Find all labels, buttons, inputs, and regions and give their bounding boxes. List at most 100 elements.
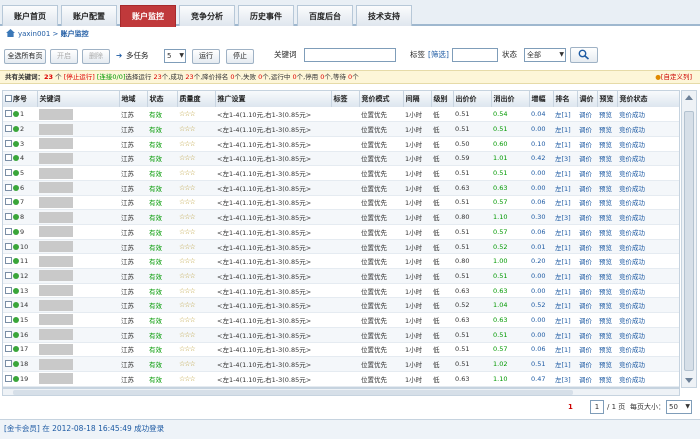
rank-link[interactable]: 左[1]: [555, 332, 571, 340]
row-checkbox[interactable]: [5, 139, 12, 147]
rank-link[interactable]: 左[1]: [555, 244, 571, 252]
vertical-scrollbar[interactable]: [681, 90, 697, 388]
table-row[interactable]: 12 江苏 有效 ☆☆☆ <左1-4(1.10元,右1-3(0.85元> 位置优先 1小时 低…: [3, 268, 679, 284]
table-row[interactable]: 7 江苏 有效 ☆☆☆ <左1-4(1.10元,右1-3(0.85元> 位置优先 1小时 低 0…: [3, 195, 679, 211]
row-checkbox[interactable]: [5, 374, 12, 382]
row-checkbox[interactable]: [5, 213, 12, 221]
preview-link[interactable]: 预览: [599, 273, 612, 281]
row-checkbox[interactable]: [5, 154, 12, 162]
scrollbar-thumb[interactable]: [684, 111, 694, 371]
preview-link[interactable]: 预览: [599, 141, 612, 149]
adjust-price-link[interactable]: 调价: [579, 244, 592, 252]
preview-link[interactable]: 预览: [599, 170, 612, 178]
page-input[interactable]: 1: [590, 400, 604, 414]
rank-link[interactable]: 左[1]: [555, 361, 571, 369]
row-checkbox[interactable]: [5, 301, 12, 309]
multitask-select[interactable]: 5 ▼: [164, 49, 186, 63]
adjust-price-link[interactable]: 调价: [579, 185, 592, 193]
preview-link[interactable]: 预览: [599, 214, 612, 222]
rank-link[interactable]: 左[1]: [555, 170, 571, 178]
column-header[interactable]: 质量度: [177, 91, 216, 107]
preview-link[interactable]: 预览: [599, 332, 612, 340]
row-checkbox[interactable]: [5, 169, 12, 177]
tab-competition[interactable]: 竞争分析: [179, 5, 235, 26]
column-header[interactable]: 增幅: [529, 91, 554, 107]
table-row[interactable]: 13 江苏 有效 ☆☆☆ <左1-4(1.10元,右1-3(0.85元> 位置优先 1小时 低…: [3, 283, 679, 299]
rank-link[interactable]: 左[1]: [555, 111, 571, 119]
tab-account-config[interactable]: 账户配置: [61, 5, 117, 26]
column-header[interactable]: 推广设置: [215, 91, 332, 107]
preview-link[interactable]: 预览: [599, 199, 612, 207]
rank-link[interactable]: 左[1]: [555, 302, 571, 310]
select-all-pages-button[interactable]: 全选所有页: [4, 49, 46, 64]
search-button[interactable]: [570, 47, 598, 63]
row-checkbox[interactable]: [5, 315, 12, 323]
adjust-price-link[interactable]: 调价: [579, 361, 592, 369]
delete-button[interactable]: 删除: [82, 49, 110, 64]
table-row[interactable]: 4 江苏 有效 ☆☆☆ <左1-4(1.10元,右1-3(0.85元> 位置优先 1小时 低 0…: [3, 151, 679, 167]
rank-link[interactable]: 左[1]: [555, 229, 571, 237]
preview-link[interactable]: 预览: [599, 288, 612, 296]
row-checkbox[interactable]: [5, 183, 12, 191]
stop-button[interactable]: 停止: [226, 49, 254, 64]
rank-link[interactable]: 左[3]: [555, 155, 571, 163]
tag-input[interactable]: [452, 48, 498, 62]
tab-baidu-backend[interactable]: 百度后台: [297, 5, 353, 26]
tab-history[interactable]: 历史事件: [238, 5, 294, 26]
adjust-price-link[interactable]: 调价: [579, 376, 592, 384]
column-header[interactable]: 间隔: [403, 91, 432, 107]
rank-link[interactable]: 左[3]: [555, 376, 571, 384]
row-checkbox[interactable]: [5, 330, 12, 338]
preview-link[interactable]: 预览: [599, 346, 612, 354]
per-page-select[interactable]: 50 ▼: [666, 400, 692, 414]
table-row[interactable]: 3 江苏 有效 ☆☆☆ <左1-4(1.10元,右1-3(0.85元> 位置优先 1小时 低 0…: [3, 136, 679, 152]
preview-link[interactable]: 预览: [599, 244, 612, 252]
table-row[interactable]: 6 江苏 有效 ☆☆☆ <左1-4(1.10元,右1-3(0.85元> 位置优先 1小时 低 0…: [3, 180, 679, 196]
table-row[interactable]: 8 江苏 有效 ☆☆☆ <左1-4(1.10元,右1-3(0.85元> 位置优先 1小时 低 0…: [3, 209, 679, 225]
rank-link[interactable]: 左[3]: [555, 214, 571, 222]
start-button[interactable]: 开启: [50, 49, 78, 64]
rank-link[interactable]: 左[1]: [555, 258, 571, 266]
column-header[interactable]: 排名: [553, 91, 578, 107]
row-checkbox[interactable]: [5, 360, 12, 368]
column-header[interactable]: 地域: [119, 91, 148, 107]
horizontal-scrollbar[interactable]: [2, 388, 680, 396]
adjust-price-link[interactable]: 调价: [579, 199, 592, 207]
status-select[interactable]: 全部 ▼: [524, 48, 566, 62]
rank-link[interactable]: 左[1]: [555, 273, 571, 281]
preview-link[interactable]: 预览: [599, 229, 612, 237]
preview-link[interactable]: 预览: [599, 258, 612, 266]
rank-link[interactable]: 左[1]: [555, 199, 571, 207]
adjust-price-link[interactable]: 调价: [579, 155, 592, 163]
scroll-up-icon[interactable]: [685, 95, 693, 100]
column-header[interactable]: 关键词: [37, 91, 120, 107]
row-checkbox[interactable]: [5, 242, 12, 250]
column-header[interactable]: 竞价模式: [359, 91, 404, 107]
run-button[interactable]: 运行: [192, 49, 220, 64]
row-checkbox[interactable]: [5, 110, 12, 118]
stop-run-link[interactable]: [停止运行]: [64, 73, 95, 81]
table-row[interactable]: 9 江苏 有效 ☆☆☆ <左1-4(1.10元,右1-3(0.85元> 位置优先 1小时 低 0…: [3, 224, 679, 240]
table-row[interactable]: 15 江苏 有效 ☆☆☆ <左1-4(1.10元,右1-3(0.85元> 位置优先 1小时 低…: [3, 312, 679, 328]
adjust-price-link[interactable]: 调价: [579, 229, 592, 237]
rank-link[interactable]: 左[1]: [555, 288, 571, 296]
rank-link[interactable]: 左[1]: [555, 141, 571, 149]
scrollbar-thumb[interactable]: [13, 390, 573, 395]
preview-link[interactable]: 预览: [599, 111, 612, 119]
table-row[interactable]: 2 江苏 有效 ☆☆☆ <左1-4(1.10元,右1-3(0.85元> 位置优先 1小时 低 0…: [3, 121, 679, 137]
preview-link[interactable]: 预览: [599, 185, 612, 193]
preview-link[interactable]: 预览: [599, 302, 612, 310]
adjust-price-link[interactable]: 调价: [579, 141, 592, 149]
adjust-price-link[interactable]: 调价: [579, 170, 592, 178]
column-header[interactable]: 调价: [577, 91, 598, 107]
row-checkbox[interactable]: [5, 198, 12, 206]
row-checkbox[interactable]: [5, 257, 12, 265]
adjust-price-link[interactable]: 调价: [579, 317, 592, 325]
filter-link[interactable]: [筛选]: [428, 48, 449, 62]
rank-link[interactable]: 左[1]: [555, 317, 571, 325]
preview-link[interactable]: 预览: [599, 155, 612, 163]
preview-link[interactable]: 预览: [599, 317, 612, 325]
rank-link[interactable]: 左[1]: [555, 126, 571, 134]
table-row[interactable]: 11 江苏 有效 ☆☆☆ <左1-4(1.10元,右1-3(0.85元> 位置优先 1小时 低…: [3, 253, 679, 270]
connection-link[interactable]: [连接0/0]: [97, 73, 126, 81]
